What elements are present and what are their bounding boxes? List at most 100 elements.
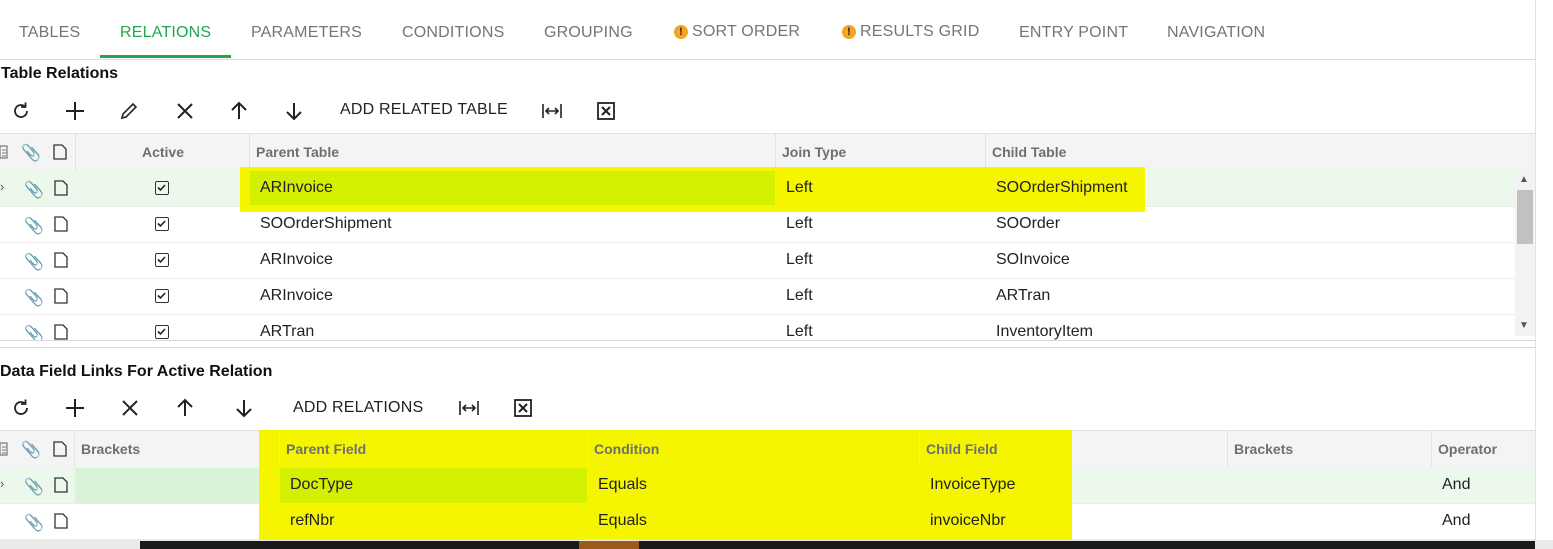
files-menu-icon[interactable] [0, 144, 10, 160]
header-operator[interactable]: Operator [1431, 431, 1535, 467]
scroll-down-icon[interactable]: ▼ [1519, 320, 1529, 331]
active-checkbox[interactable] [155, 181, 169, 195]
taskbar-active-item [579, 541, 639, 549]
refresh-icon[interactable] [9, 99, 33, 123]
paperclip-icon[interactable]: 📎 [24, 288, 44, 308]
taskbar-strip [140, 541, 1535, 549]
tab-parameters[interactable]: PARAMETERS [251, 24, 362, 42]
paperclip-icon[interactable]: 📎 [24, 477, 44, 497]
paperclip-icon[interactable]: 📎 [24, 252, 44, 272]
edit-icon[interactable] [117, 99, 141, 123]
tab-tables[interactable]: TABLES [19, 24, 80, 42]
header-active[interactable]: Active [75, 134, 250, 170]
condition-cell[interactable]: Equals [598, 467, 647, 503]
parent-field-cell[interactable]: refNbr [290, 503, 334, 539]
join-type-cell[interactable]: Left [786, 206, 813, 242]
table-row[interactable] [0, 206, 1515, 243]
fit-to-screen-icon[interactable] [540, 99, 564, 123]
active-checkbox[interactable] [155, 325, 169, 339]
brackets-cell-selected[interactable] [75, 468, 259, 503]
note-icon[interactable] [54, 180, 68, 196]
add-icon[interactable] [63, 99, 87, 123]
relations-grid-header: 📎 Active Parent Table Join Type Child Ta… [0, 133, 1535, 171]
header-brackets-left[interactable]: Brackets [74, 431, 279, 467]
child-field-cell[interactable]: InvoiceType [930, 467, 1015, 503]
tab-label: SORT ORDER [692, 23, 801, 40]
paperclip-icon[interactable]: 📎 [24, 324, 44, 340]
fit-to-screen-icon[interactable] [457, 396, 481, 420]
export-excel-icon[interactable] [511, 396, 535, 420]
attachment-header-icon: 📎 [21, 442, 41, 459]
header-condition[interactable]: Condition [587, 431, 919, 467]
note-icon[interactable] [54, 216, 68, 232]
header-join-type[interactable]: Join Type [775, 134, 985, 170]
tab-relations[interactable]: RELATIONS [120, 24, 211, 42]
add-relations-button[interactable]: ADD RELATIONS [293, 399, 423, 417]
relations-section-title: Table Relations [1, 65, 119, 82]
header-parent-table[interactable]: Parent Table [249, 134, 775, 170]
paperclip-icon[interactable]: 📎 [24, 180, 44, 200]
add-related-table-button[interactable]: ADD RELATED TABLE [340, 101, 508, 119]
parent-table-cell[interactable]: SOOrderShipment [260, 206, 392, 242]
move-down-icon[interactable] [232, 396, 256, 420]
active-checkbox[interactable] [155, 253, 169, 267]
tab-grouping[interactable]: GROUPING [544, 24, 633, 42]
operator-cell[interactable]: And [1442, 503, 1470, 539]
child-table-cell[interactable]: ARTran [996, 278, 1050, 314]
join-type-cell[interactable]: Left [786, 278, 813, 314]
links-grid-header: 📎 Brackets Parent Field Condition Child … [0, 430, 1535, 468]
note-icon[interactable] [54, 477, 68, 493]
add-icon[interactable] [63, 396, 87, 420]
child-field-cell[interactable]: invoiceNbr [930, 503, 1006, 539]
child-table-cell[interactable]: SOOrder [996, 206, 1060, 242]
paperclip-icon[interactable]: 📎 [24, 513, 44, 533]
parent-field-cell[interactable]: DocType [290, 467, 353, 503]
tab-entry-point[interactable]: ENTRY POINT [1019, 24, 1128, 42]
relations-scrollbar-thumb[interactable] [1517, 190, 1533, 244]
parent-table-cell[interactable]: ARInvoice [260, 278, 333, 314]
header-child-table[interactable]: Child Table [985, 134, 1515, 170]
delete-icon[interactable] [173, 99, 197, 123]
paperclip-icon[interactable]: 📎 [24, 216, 44, 236]
child-table-cell[interactable]: SOOrderShipment [996, 170, 1128, 206]
join-type-cell[interactable]: Left [786, 242, 813, 278]
files-menu-icon[interactable] [0, 441, 10, 457]
tab-conditions[interactable]: CONDITIONS [402, 24, 504, 42]
parent-table-cell[interactable]: ARInvoice [260, 242, 333, 278]
note-icon[interactable] [54, 252, 68, 268]
join-type-cell[interactable]: Left [786, 314, 813, 340]
note-icon[interactable] [54, 288, 68, 304]
parent-table-cell[interactable]: ARTran [260, 314, 314, 340]
table-row[interactable] [0, 278, 1515, 315]
scroll-up-icon[interactable]: ▲ [1519, 174, 1529, 185]
header-brackets-right[interactable]: Brackets [1227, 431, 1431, 467]
child-table-cell[interactable]: SOInvoice [996, 242, 1070, 278]
active-checkbox[interactable] [155, 217, 169, 231]
delete-icon[interactable] [118, 396, 142, 420]
operator-cell[interactable]: And [1442, 467, 1470, 503]
tab-navigation[interactable]: NAVIGATION [1167, 24, 1265, 42]
move-up-icon[interactable] [227, 99, 251, 123]
refresh-icon[interactable] [9, 396, 33, 420]
active-checkbox[interactable] [155, 289, 169, 303]
move-up-icon[interactable] [173, 396, 197, 420]
header-parent-field[interactable]: Parent Field [279, 431, 587, 467]
move-down-icon[interactable] [282, 99, 306, 123]
section-divider [0, 347, 1535, 348]
join-type-cell[interactable]: Left [786, 170, 813, 206]
right-edge [1535, 0, 1553, 549]
tab-results-grid[interactable]: ! RESULTS GRID [842, 23, 979, 41]
parent-table-cell[interactable]: ARInvoice [260, 170, 333, 206]
row-selector-icon: › [0, 476, 5, 491]
warning-icon: ! [674, 25, 688, 39]
note-icon[interactable] [54, 513, 68, 529]
condition-cell[interactable]: Equals [598, 503, 647, 539]
note-icon[interactable] [54, 324, 68, 340]
table-row[interactable] [0, 242, 1515, 279]
header-child-field[interactable]: Child Field [919, 431, 1227, 467]
export-excel-icon[interactable] [594, 99, 618, 123]
tab-sort-order[interactable]: ! SORT ORDER [674, 23, 800, 41]
note-header-icon [53, 441, 67, 457]
child-table-cell[interactable]: InventoryItem [996, 314, 1093, 340]
clipped-row: 📎 ARTran Left InventoryItem [0, 314, 1515, 340]
